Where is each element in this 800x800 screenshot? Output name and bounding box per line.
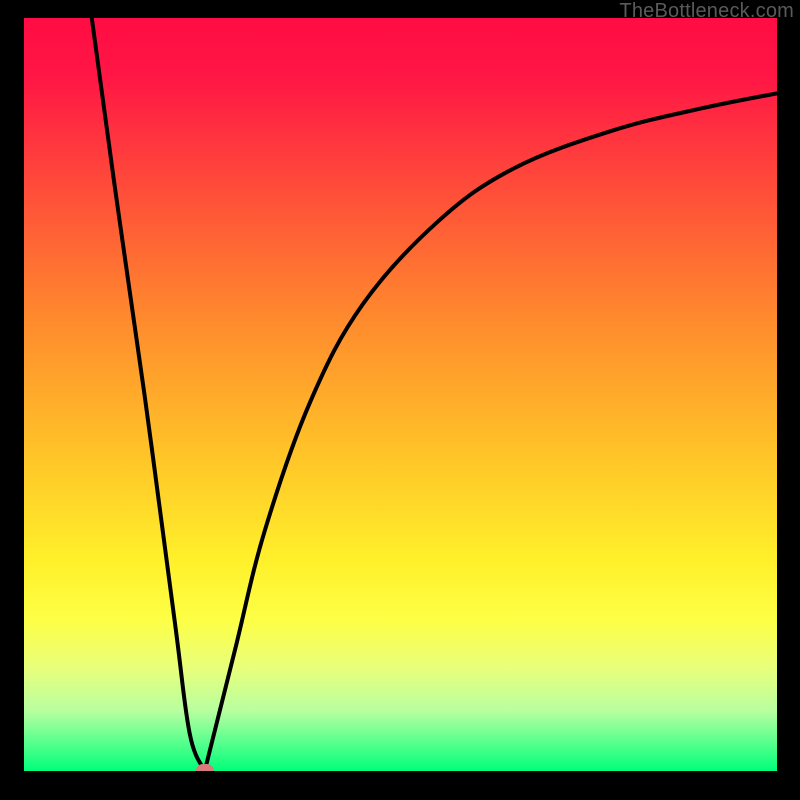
chart-frame: TheBottleneck.com	[0, 0, 800, 800]
watermark-text: TheBottleneck.com	[619, 0, 794, 23]
curve-left	[92, 18, 205, 771]
curve-right	[205, 93, 777, 771]
bottleneck-curve	[24, 18, 777, 771]
plot-area	[24, 18, 777, 771]
vertex-marker	[196, 764, 214, 771]
